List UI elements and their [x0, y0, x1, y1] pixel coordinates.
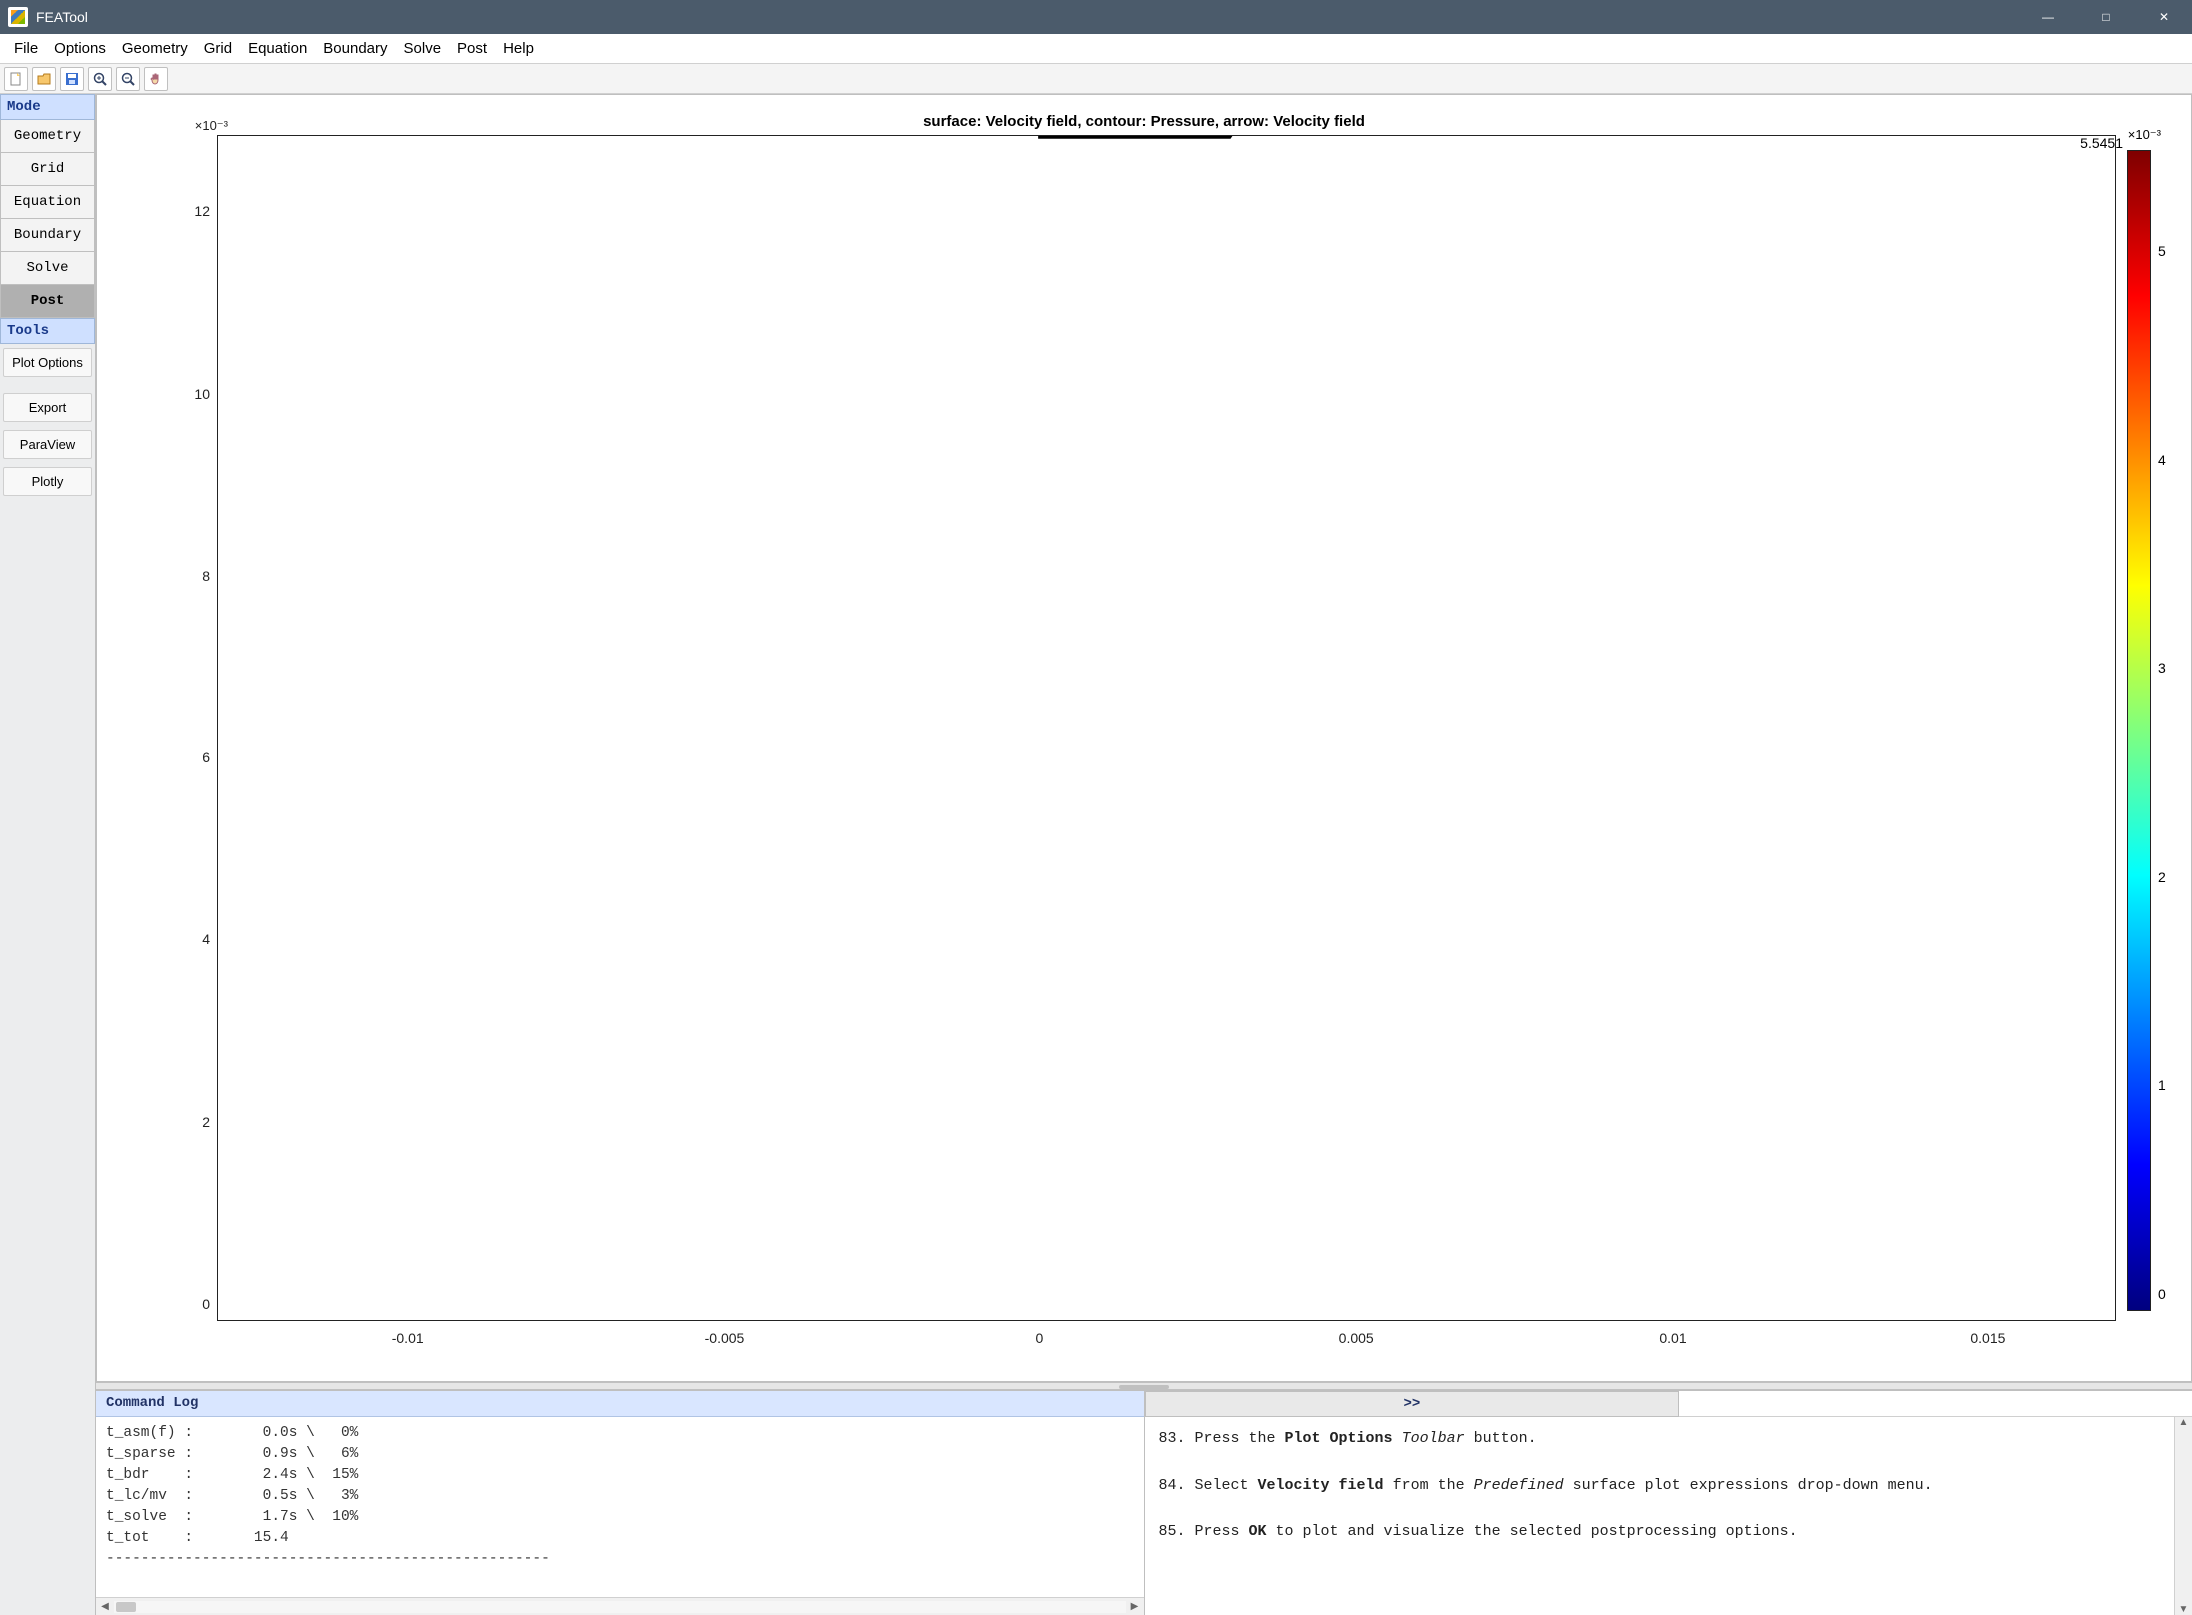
text: 83. Press the [1159, 1430, 1285, 1447]
mode-post[interactable]: Post [0, 285, 95, 318]
plot-title: surface: Velocity field, contour: Pressu… [97, 113, 2191, 130]
x-tick: -0.005 [705, 1320, 745, 1346]
tool-export[interactable]: Export [3, 393, 92, 422]
mode-equation[interactable]: Equation [0, 186, 95, 219]
tool-plotly[interactable]: Plotly [3, 467, 92, 496]
app-icon [8, 7, 28, 27]
y-tick: 8 [202, 568, 218, 584]
menu-post[interactable]: Post [449, 40, 495, 57]
splitter-horizontal[interactable] [96, 1382, 2192, 1390]
axes: ×10⁻³ 0 2 4 6 8 10 12 -0.01 -0.005 0 0.0… [217, 135, 2116, 1321]
menu-boundary[interactable]: Boundary [315, 40, 395, 57]
title-bar: FEATool — □ ✕ [0, 0, 2192, 34]
y-axis-exponent: ×10⁻³ [195, 118, 228, 134]
maximize-button[interactable]: □ [2086, 10, 2126, 24]
colorbar-max: 5.5451 [2080, 135, 2123, 151]
mode-grid[interactable]: Grid [0, 153, 95, 186]
colorbar-tick: 2 [2150, 869, 2166, 885]
text: to plot and visualize the selected postp… [1267, 1523, 1798, 1540]
zoom-in-icon[interactable] [88, 67, 112, 91]
y-tick: 12 [194, 203, 218, 219]
x-tick: 0.005 [1339, 1320, 1374, 1346]
colorbar-tick: 4 [2150, 452, 2166, 468]
text: button. [1465, 1430, 1537, 1447]
colorbar: 0 1 2 3 4 5 [2127, 150, 2151, 1311]
x-tick: 0.015 [1970, 1320, 2005, 1346]
colorbar-tick: 1 [2150, 1077, 2166, 1093]
window-title: FEATool [36, 9, 2028, 25]
bottom-panes: Command Log t_asm(f) : 0.0s \ 0% t_spars… [96, 1390, 2192, 1615]
menu-bar: File Options Geometry Grid Equation Boun… [0, 34, 2192, 64]
minimize-button[interactable]: — [2028, 10, 2068, 24]
command-log-header: Command Log [96, 1391, 1144, 1417]
sidebar-mode-header: Mode [0, 94, 95, 120]
text: 84. Select [1159, 1477, 1258, 1494]
command-log-pane: Command Log t_asm(f) : 0.0s \ 0% t_spars… [96, 1391, 1145, 1615]
scrollbar-horizontal[interactable]: ◀▶ [96, 1597, 1144, 1615]
command-prompt[interactable]: >> [1145, 1391, 1680, 1417]
tool-plot-options[interactable]: Plot Options [3, 348, 92, 377]
command-log-body[interactable]: t_asm(f) : 0.0s \ 0% t_sparse : 0.9s \ 6… [96, 1417, 1144, 1597]
new-icon[interactable] [4, 67, 28, 91]
text: 85. Press [1159, 1523, 1249, 1540]
save-icon[interactable] [60, 67, 84, 91]
text: Predefined [1474, 1477, 1564, 1494]
text: OK [1249, 1523, 1267, 1540]
close-button[interactable]: ✕ [2144, 10, 2184, 24]
menu-geometry[interactable]: Geometry [114, 40, 196, 57]
x-tick: 0.01 [1659, 1320, 1686, 1346]
y-tick: 2 [202, 1114, 218, 1130]
sidebar: Mode Geometry Grid Equation Boundary Sol… [0, 94, 96, 1615]
y-tick: 0 [202, 1296, 218, 1312]
y-tick: 4 [202, 931, 218, 947]
mode-solve[interactable]: Solve [0, 252, 95, 285]
instructions-body[interactable]: 83. Press the Plot Options Toolbar butto… [1145, 1417, 2175, 1615]
menu-equation[interactable]: Equation [240, 40, 315, 57]
menu-help[interactable]: Help [495, 40, 542, 57]
text: Plot Options [1285, 1430, 1393, 1447]
colorbar-tick: 5 [2150, 243, 2166, 259]
x-tick: -0.01 [392, 1320, 424, 1346]
colorbar-tick: 0 [2150, 1286, 2166, 1302]
toolbar [0, 64, 2192, 94]
menu-options[interactable]: Options [46, 40, 114, 57]
colorbar-tick: 3 [2150, 660, 2166, 676]
text: Velocity field [1258, 1477, 1384, 1494]
open-icon[interactable] [32, 67, 56, 91]
sidebar-tools-header: Tools [0, 318, 95, 344]
mode-geometry[interactable]: Geometry [0, 120, 95, 153]
plot-area[interactable]: surface: Velocity field, contour: Pressu… [96, 94, 2192, 1382]
y-tick: 6 [202, 749, 218, 765]
menu-file[interactable]: File [6, 40, 46, 57]
menu-grid[interactable]: Grid [196, 40, 240, 57]
y-tick: 10 [194, 386, 218, 402]
scrollbar-vertical[interactable]: ▲ ▼ [2174, 1417, 2192, 1615]
menu-solve[interactable]: Solve [396, 40, 450, 57]
pan-icon[interactable] [144, 67, 168, 91]
field-plot [218, 136, 2115, 1320]
tool-paraview[interactable]: ParaView [3, 430, 92, 459]
text: Toolbar [1393, 1430, 1465, 1447]
colorbar-exponent: ×10⁻³ [2128, 127, 2161, 143]
text: from the [1384, 1477, 1474, 1494]
mode-boundary[interactable]: Boundary [0, 219, 95, 252]
x-tick: 0 [1035, 1320, 1043, 1346]
text: surface plot expressions drop-down menu. [1564, 1477, 1933, 1494]
instructions-pane: >> 83. Press the Plot Options Toolbar bu… [1145, 1391, 2192, 1615]
zoom-out-icon[interactable] [116, 67, 140, 91]
